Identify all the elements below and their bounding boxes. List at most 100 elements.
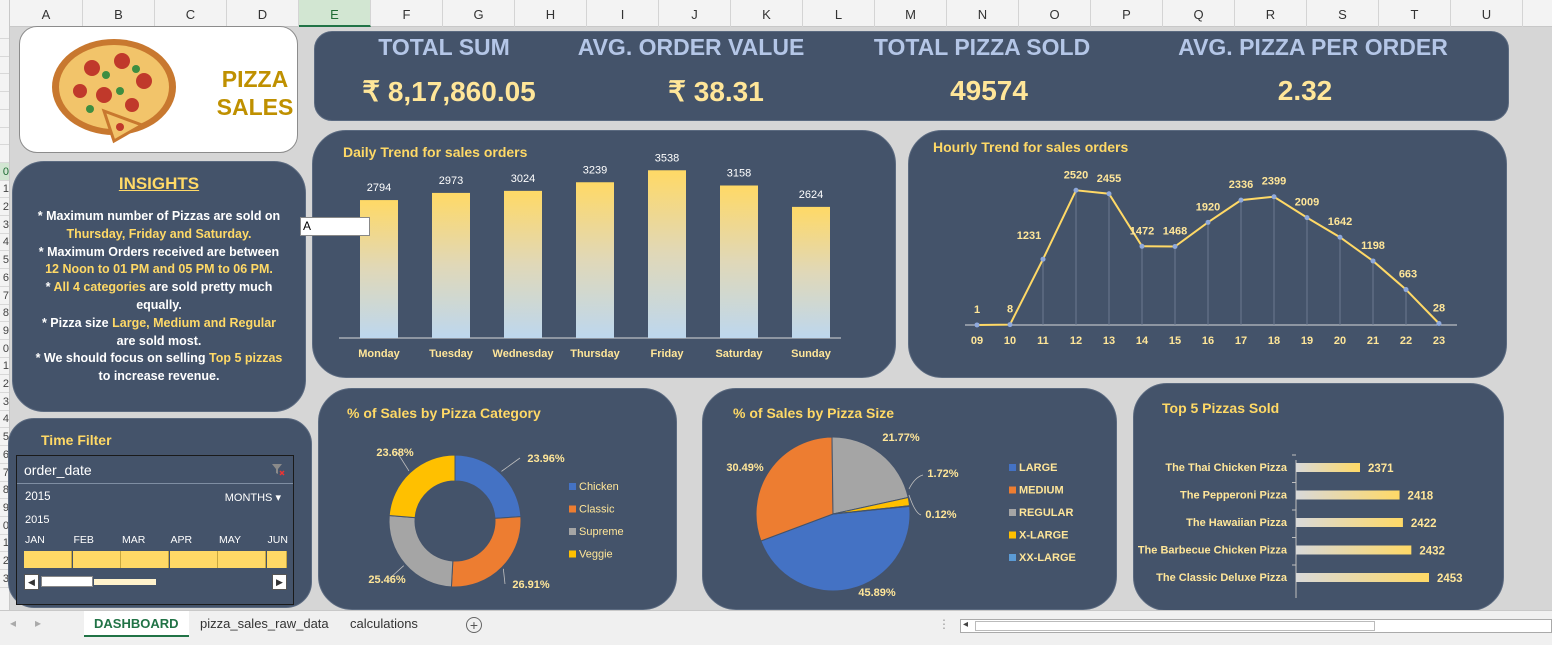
- column-header-j[interactable]: J: [659, 0, 731, 27]
- row-header[interactable]: 1: [0, 180, 9, 199]
- hourly-point: [1337, 234, 1343, 240]
- tab-scroll-right-icon[interactable]: ▸: [35, 616, 41, 630]
- hourly-data-label: 1468: [1163, 226, 1187, 238]
- month-tile-may[interactable]: [218, 551, 266, 568]
- size-leader-line: [908, 494, 922, 516]
- column-header-f[interactable]: F: [371, 0, 443, 27]
- active-cell[interactable]: A: [300, 217, 370, 236]
- column-header-m[interactable]: M: [875, 0, 947, 27]
- slicer-selection-bar[interactable]: [94, 579, 156, 585]
- column-header-o[interactable]: O: [1019, 0, 1091, 27]
- slicer-scrollbar[interactable]: ◀ ▶: [24, 574, 287, 590]
- column-header-q[interactable]: Q: [1163, 0, 1235, 27]
- size-legend-label: XX-LARGE: [1019, 552, 1076, 564]
- column-header-t[interactable]: T: [1379, 0, 1451, 27]
- insight-line: * We should focus on selling Top 5 pizza…: [19, 350, 299, 368]
- row-header[interactable]: 7: [0, 287, 9, 305]
- column-header-u[interactable]: U: [1451, 0, 1523, 27]
- size-legend-label: X-LARGE: [1019, 530, 1069, 542]
- month-tile-jun[interactable]: [266, 551, 287, 568]
- column-header-h[interactable]: H: [515, 0, 587, 27]
- row-header[interactable]: [0, 127, 9, 146]
- column-header-s[interactable]: S: [1307, 0, 1379, 27]
- hourly-point: [974, 322, 980, 328]
- hourly-data-label: 663: [1399, 269, 1417, 281]
- category-data-label: 23.96%: [527, 453, 565, 465]
- column-header-e[interactable]: E: [299, 0, 371, 27]
- column-header-a[interactable]: A: [10, 0, 83, 27]
- row-header[interactable]: 8: [0, 304, 9, 323]
- column-header-r[interactable]: R: [1235, 0, 1307, 27]
- row-header[interactable]: 5: [0, 251, 9, 270]
- hscroll-thumb[interactable]: [975, 621, 1375, 631]
- category-data-label: 25.46%: [368, 574, 406, 586]
- row-header[interactable]: [0, 74, 9, 93]
- month-tile-mar[interactable]: [121, 551, 169, 568]
- row-header[interactable]: [0, 56, 9, 75]
- column-header-g[interactable]: G: [443, 0, 515, 27]
- hourly-point: [1172, 244, 1178, 250]
- time-level-dropdown[interactable]: MONTHS ▾: [225, 491, 281, 504]
- tab-raw-data[interactable]: pizza_sales_raw_data: [190, 611, 339, 637]
- column-header-b[interactable]: B: [83, 0, 155, 27]
- row-header[interactable]: 2: [0, 198, 9, 216]
- hourly-tick-label: 20: [1334, 335, 1346, 347]
- column-header-l[interactable]: L: [803, 0, 875, 27]
- column-header-k[interactable]: K: [731, 0, 803, 27]
- row-header[interactable]: 9: [0, 322, 9, 340]
- size-legend-swatch: [1009, 554, 1016, 561]
- row-header[interactable]: 4: [0, 233, 9, 252]
- row-header[interactable]: 0: [0, 162, 9, 181]
- row-header[interactable]: [0, 110, 9, 128]
- hourly-tick-label: 13: [1103, 335, 1115, 347]
- daily-data-label: 2624: [799, 189, 823, 201]
- row-header[interactable]: 1: [0, 357, 9, 376]
- row-header[interactable]: 3: [0, 393, 9, 411]
- scroll-right-icon[interactable]: ▶: [272, 574, 287, 590]
- add-sheet-icon[interactable]: +: [466, 617, 482, 633]
- column-header-p[interactable]: P: [1091, 0, 1163, 27]
- hourly-trend-chart: 1098101231112520122455131472141468151920…: [965, 169, 1457, 347]
- daily-tick-label: Wednesday: [493, 348, 555, 360]
- row-header[interactable]: [0, 92, 9, 110]
- column-header-n[interactable]: N: [947, 0, 1019, 27]
- tab-calculations[interactable]: calculations: [340, 611, 428, 637]
- timeline-slicer[interactable]: order_date 2015 MONTHS ▾ 2015 JAN FEB MAR A…: [16, 455, 294, 605]
- month-label: JUN: [267, 534, 288, 546]
- column-header-i[interactable]: I: [587, 0, 659, 27]
- month-tile-feb[interactable]: [72, 551, 121, 568]
- clear-filter-icon[interactable]: [271, 462, 285, 476]
- split-handle-icon[interactable]: ⋮: [938, 617, 950, 631]
- row-header[interactable]: 3: [0, 216, 9, 234]
- kpi-avg-order-label: AVG. ORDER VALUE: [577, 34, 805, 60]
- hourly-tick-label: 11: [1037, 335, 1049, 347]
- slicer-year-row: 2015: [25, 514, 50, 526]
- row-header[interactable]: [0, 27, 9, 39]
- slicer-month-bars[interactable]: [24, 551, 287, 568]
- scroll-left-icon[interactable]: ◀: [24, 574, 39, 590]
- row-header[interactable]: 2: [0, 375, 9, 393]
- row-header[interactable]: 0: [0, 340, 9, 358]
- select-all-corner[interactable]: [0, 0, 10, 27]
- category-legend-swatch: [569, 483, 576, 490]
- logo-line-2: SALES: [216, 94, 294, 120]
- row-header[interactable]: 6: [0, 269, 9, 287]
- horizontal-scrollbar[interactable]: ◂: [960, 619, 1552, 633]
- month-tile-apr[interactable]: [169, 551, 218, 568]
- row-header[interactable]: [0, 145, 9, 163]
- size-legend-swatch: [1009, 486, 1016, 494]
- daily-tick-label: Friday: [650, 348, 684, 360]
- column-header-d[interactable]: D: [227, 0, 299, 27]
- insight-text: to increase revenue.: [98, 369, 220, 384]
- hourly-point: [1073, 187, 1079, 193]
- tab-dashboard[interactable]: DASHBOARD: [84, 611, 189, 637]
- tab-scroll-left-icon[interactable]: ◂: [10, 616, 16, 630]
- hscroll-left-icon[interactable]: ◂: [963, 619, 968, 630]
- slicer-scroll-thumb[interactable]: [41, 576, 93, 587]
- column-header-c[interactable]: C: [155, 0, 227, 27]
- month-tile-jan[interactable]: [24, 551, 72, 568]
- daily-trend-card: Daily Trend for sales orders 2794 Monday 2…: [312, 130, 896, 378]
- row-header[interactable]: 4: [0, 410, 9, 429]
- row-header[interactable]: [0, 39, 9, 57]
- hourly-data-label: 1920: [1196, 201, 1220, 213]
